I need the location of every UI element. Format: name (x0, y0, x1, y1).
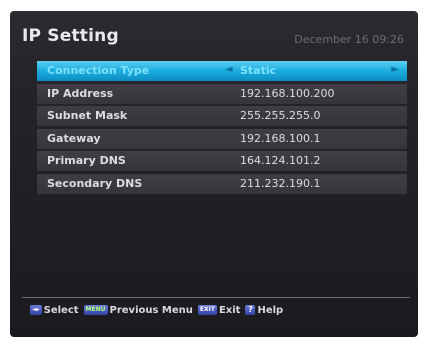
footer-divider (22, 297, 410, 298)
primary-dns-label: Primary DNS (47, 154, 126, 168)
arrow-left-icon[interactable]: ◄ (225, 64, 233, 75)
subnet-mask-value: 255.255.255.0 (240, 109, 321, 123)
select-key-icon: ◄▸ (30, 305, 42, 315)
gateway-row[interactable]: Gateway 192.168.100.1 (37, 128, 407, 149)
page-title: IP Setting (22, 26, 119, 46)
help-hint: Help (257, 304, 284, 316)
connection-type-value: Static (240, 64, 277, 77)
gateway-label: Gateway (47, 131, 101, 145)
secondary-dns-label: Secondary DNS (47, 176, 143, 190)
ip-address-label: IP Address (47, 86, 114, 100)
connection-type-row[interactable]: Connection Type ◄ Static ► (37, 61, 407, 81)
secondary-dns-value: 211.232.190.1 (240, 176, 321, 190)
menu-key-icon: MENU (83, 305, 108, 315)
primary-dns-value: 164.124.101.2 (240, 154, 321, 168)
exit-key-icon: EXIT (197, 305, 217, 315)
connection-type-label: Connection Type (47, 64, 150, 77)
subnet-mask-row[interactable]: Subnet Mask 255.255.255.0 (37, 106, 407, 127)
ip-address-value: 192.168.100.200 (240, 86, 335, 100)
exit-hint: Exit (218, 304, 241, 316)
ip-address-row[interactable]: IP Address 192.168.100.200 (37, 83, 407, 104)
select-hint: Select (43, 304, 79, 316)
help-key-icon: ? (245, 305, 256, 315)
subnet-mask-label: Subnet Mask (47, 109, 128, 123)
arrow-right-icon[interactable]: ► (391, 64, 399, 75)
primary-dns-row[interactable]: Primary DNS 164.124.101.2 (37, 151, 407, 172)
previous-menu-hint: Previous Menu (109, 304, 193, 316)
settings-list: Connection Type ◄ Static ► IP Address 19… (37, 61, 407, 197)
footer-help-bar: ◄▸ Select MENU Previous Menu EXIT Exit ?… (30, 303, 288, 317)
gateway-value: 192.168.100.1 (240, 131, 321, 145)
secondary-dns-row[interactable]: Secondary DNS 211.232.190.1 (37, 173, 407, 194)
ip-setting-screen: IP Setting December 16 09:26 Connection … (10, 11, 418, 337)
date-time: December 16 09:26 (294, 33, 404, 46)
